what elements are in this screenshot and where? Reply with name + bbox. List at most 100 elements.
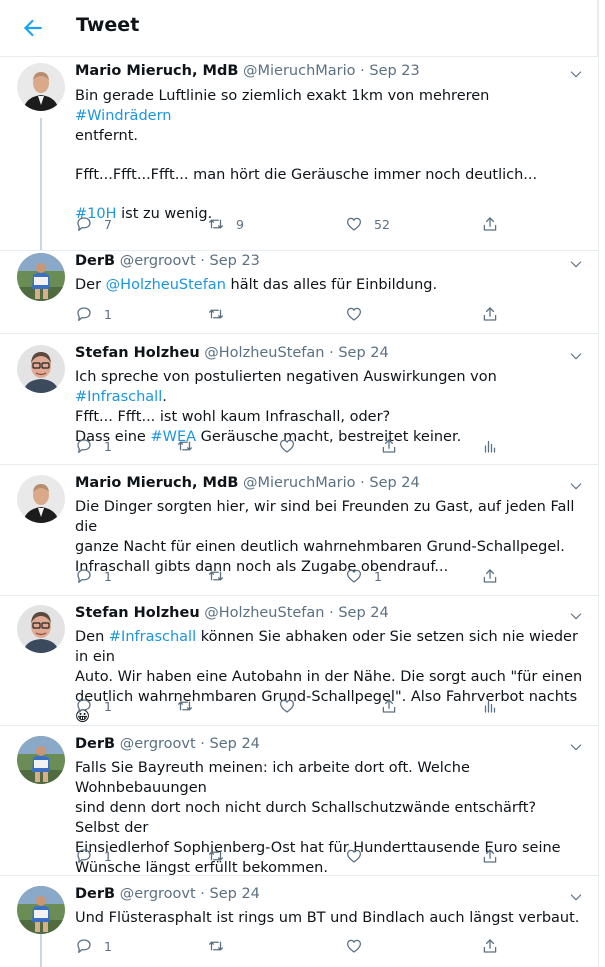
reply-button[interactable]: 7	[75, 214, 112, 234]
more-options-chevron-icon[interactable]	[568, 889, 584, 905]
avatar[interactable]	[17, 253, 65, 301]
author-name[interactable]: DerB	[75, 253, 115, 269]
column-border	[598, 0, 599, 967]
retweet-icon	[177, 441, 193, 451]
share-button[interactable]	[380, 696, 398, 716]
like-button[interactable]	[345, 304, 374, 324]
tweet-item[interactable]: Mario Mieruch, MdB @MieruchMario · Sep 2…	[0, 475, 598, 595]
retweet-button[interactable]	[207, 936, 236, 956]
tweet-date[interactable]: Sep 24	[338, 345, 388, 361]
tweet-divider	[0, 250, 598, 251]
more-options-chevron-icon[interactable]	[568, 348, 584, 364]
author-handle[interactable]: @HolzheuStefan	[204, 345, 324, 361]
text-line: sind denn dort noch nicht durch Schallsc…	[75, 798, 585, 838]
tweet-item[interactable]: DerB @ergroovt · Sep 24 Und Flüsterasphal…	[0, 886, 598, 967]
tweet-header: DerB @ergroovt · Sep 24	[75, 886, 260, 902]
reply-button[interactable]: 1	[75, 936, 112, 956]
author-handle[interactable]: @ergroovt	[120, 253, 196, 269]
retweet-button[interactable]	[207, 566, 236, 586]
tweet-item[interactable]: DerB @ergroovt · Sep 23 Der @HolzheuStefa…	[0, 253, 598, 333]
like-button[interactable]	[278, 696, 307, 716]
analytics-button[interactable]	[481, 696, 499, 716]
hashtag-or-mention-link[interactable]: #Infraschall	[109, 629, 196, 645]
text-line: Bin gerade Luftlinie so ziemlich exakt 1…	[75, 86, 585, 126]
author-handle[interactable]: @MieruchMario	[243, 63, 356, 79]
tweet-item[interactable]: Stefan Holzheu @HolzheuStefan · Sep 24 De…	[0, 605, 598, 725]
share-button[interactable]	[481, 566, 499, 586]
tweet-actions: 1	[75, 696, 515, 716]
retweet-button[interactable]	[176, 436, 205, 456]
hashtag-or-mention-link[interactable]: #Windrädern	[75, 108, 171, 124]
tweet-date[interactable]: Sep 24	[369, 475, 419, 491]
avatar[interactable]	[17, 886, 65, 934]
reply-button[interactable]: 1	[75, 436, 112, 456]
author-name[interactable]: DerB	[75, 736, 115, 752]
retweet-button[interactable]	[176, 696, 205, 716]
author-name[interactable]: DerB	[75, 886, 115, 902]
hashtag-or-mention-link[interactable]: #Infraschall	[75, 389, 162, 405]
like-button[interactable]	[345, 846, 374, 866]
share-button[interactable]	[481, 936, 499, 956]
tweet-item[interactable]: Stefan Holzheu @HolzheuStefan · Sep 24 Ic…	[0, 345, 598, 464]
avatar[interactable]	[17, 63, 65, 111]
like-button[interactable]	[278, 436, 307, 456]
avatar[interactable]	[17, 736, 65, 784]
separator-dot: ·	[324, 345, 339, 361]
author-name[interactable]: Stefan Holzheu	[75, 345, 200, 361]
reply-button[interactable]: 1	[75, 846, 112, 866]
tweet-actions: 11	[75, 566, 515, 586]
reply-button[interactable]: 1	[75, 696, 112, 716]
like-button[interactable]: 52	[345, 214, 390, 234]
tweet-date[interactable]: Sep 24	[210, 886, 260, 902]
more-options-chevron-icon[interactable]	[568, 66, 584, 82]
avatar[interactable]	[17, 605, 65, 653]
text-segment: Ffft...Ffft...Ffft... man hört die Geräu…	[75, 167, 538, 183]
text-segment: Ich spreche von postulierten negativen A…	[75, 369, 497, 385]
reply-button[interactable]: 1	[75, 304, 112, 324]
more-options-chevron-icon[interactable]	[568, 608, 584, 624]
author-handle[interactable]: @ergroovt	[120, 736, 196, 752]
back-arrow-icon[interactable]	[20, 15, 46, 41]
hashtag-or-mention-link[interactable]: @HolzheuStefan	[106, 277, 226, 293]
avatar[interactable]	[17, 345, 65, 393]
retweet-icon	[177, 701, 193, 711]
tweet-date[interactable]: Sep 24	[210, 736, 260, 752]
retweet-button[interactable]: 9	[207, 214, 244, 234]
reply-button[interactable]: 1	[75, 566, 112, 586]
share-button[interactable]	[481, 304, 499, 324]
more-options-chevron-icon[interactable]	[568, 256, 584, 272]
like-button[interactable]: 1	[345, 566, 382, 586]
text-segment: Der	[75, 277, 106, 293]
analytics-button[interactable]	[481, 436, 499, 456]
author-name[interactable]: Mario Mieruch, MdB	[75, 63, 238, 79]
text-segment: Bin gerade Luftlinie so ziemlich exakt 1…	[75, 88, 490, 104]
author-handle[interactable]: @HolzheuStefan	[204, 605, 324, 621]
reply-icon	[77, 699, 91, 714]
author-name[interactable]: Mario Mieruch, MdB	[75, 475, 238, 491]
tweet-header: Stefan Holzheu @HolzheuStefan · Sep 24	[75, 345, 389, 361]
retweet-button[interactable]	[207, 304, 236, 324]
author-name[interactable]: Stefan Holzheu	[75, 605, 200, 621]
like-button[interactable]	[345, 936, 374, 956]
analytics-icon	[484, 700, 496, 713]
author-handle[interactable]: @MieruchMario	[243, 475, 356, 491]
more-options-chevron-icon[interactable]	[568, 478, 584, 494]
share-button[interactable]	[380, 436, 398, 456]
more-options-chevron-icon[interactable]	[568, 739, 584, 755]
share-button[interactable]	[481, 214, 499, 234]
tweet-date[interactable]: Sep 23	[210, 253, 260, 269]
tweet-item[interactable]: Mario Mieruch, MdB @MieruchMario · Sep 2…	[0, 63, 598, 250]
tweet-text: Die Dinger sorgten hier, wir sind bei Fr…	[75, 497, 585, 577]
retweet-button[interactable]	[207, 846, 236, 866]
share-button[interactable]	[481, 846, 499, 866]
heart-icon	[279, 699, 295, 713]
author-handle[interactable]: @ergroovt	[120, 886, 196, 902]
tweet-date[interactable]: Sep 24	[338, 605, 388, 621]
heart-icon	[279, 439, 295, 453]
tweet-item[interactable]: DerB @ergroovt · Sep 24 Falls Sie Bayreut…	[0, 736, 598, 876]
tweet-text: Und Flüsterasphalt ist rings um BT und B…	[75, 908, 585, 928]
tweet-divider	[0, 595, 598, 596]
tweet-date[interactable]: Sep 23	[369, 63, 419, 79]
avatar[interactable]	[17, 475, 65, 523]
